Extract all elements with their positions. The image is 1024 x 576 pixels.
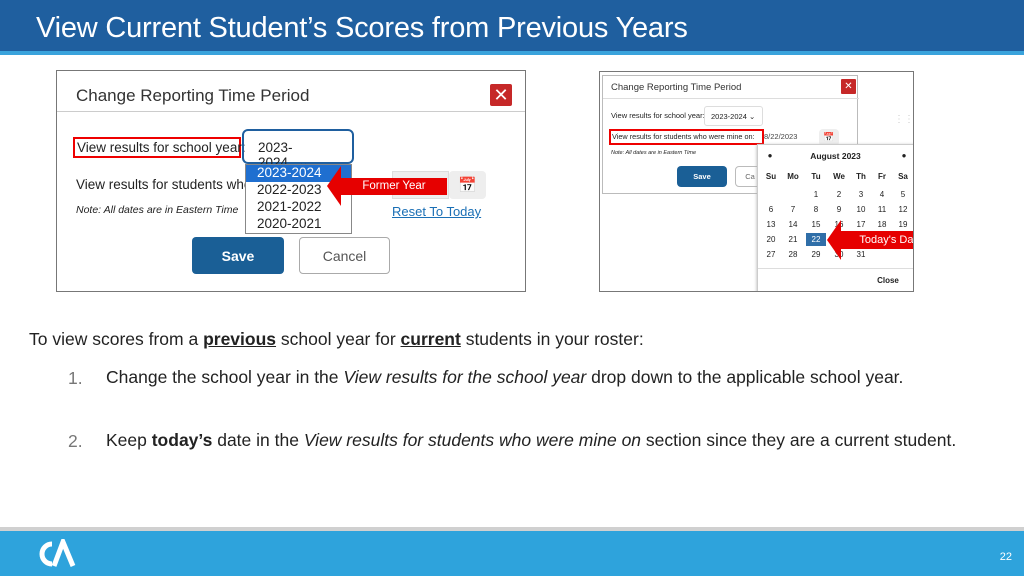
text: drop down to the applicable school year. (586, 367, 904, 387)
school-year-select[interactable]: 2023-2024 ⌄ (704, 106, 763, 126)
emphasis: current (400, 329, 461, 349)
callout-label: Today's Date (841, 231, 913, 249)
calendar-day[interactable]: 10 (851, 205, 871, 214)
weekday-header: We (833, 172, 845, 181)
intro-text: To view scores from a previous school ye… (29, 329, 644, 350)
select-value: 2023-2024 (711, 112, 747, 121)
weekday-header: Tu (811, 172, 821, 181)
calendar-day[interactable]: 12 (893, 205, 913, 214)
calendar-day[interactable]: 14 (783, 220, 803, 229)
former-year-callout: Former Year (327, 166, 447, 206)
calendar-day[interactable]: 5 (893, 190, 913, 199)
students-label: View results for students who (76, 177, 252, 192)
calendar-day[interactable]: 4 (872, 190, 892, 199)
step-number: 2. (68, 431, 83, 451)
save-button[interactable]: Save (192, 237, 284, 274)
callout-label: Former Year (341, 177, 447, 195)
prev-month-icon[interactable]: ● (760, 151, 780, 160)
text: students in your roster: (460, 329, 644, 349)
cancel-button[interactable]: Cancel (299, 237, 390, 274)
calendar-day[interactable]: 1 (806, 190, 826, 199)
school-year-select[interactable]: 2023-2024 ⌄ (242, 129, 354, 170)
calendar-day[interactable]: 27 (761, 250, 781, 259)
arrow-icon (827, 220, 841, 260)
close-icon[interactable]: ✕ (490, 84, 512, 106)
reset-to-today-link[interactable]: Reset To Today (392, 204, 481, 219)
date-input[interactable]: 8/22/2023 (764, 132, 797, 141)
dialog-title: Change Reporting Time Period (76, 86, 310, 105)
step-1: Change the school year in the View resul… (106, 364, 976, 390)
text: Change the school year in the (106, 367, 344, 387)
school-year-label: View results for school year: (73, 137, 246, 158)
text: school year for (276, 329, 401, 349)
calendar-day[interactable]: 9 (829, 205, 849, 214)
calendar-day[interactable]: 6 (761, 205, 781, 214)
save-button[interactable]: Save (677, 166, 727, 187)
calendar-day[interactable]: 3 (851, 190, 871, 199)
weekday-header: Mo (787, 172, 799, 181)
step-2: Keep today’s date in the View results fo… (106, 427, 986, 453)
divider (603, 98, 859, 99)
school-year-label: View results for school year: (611, 111, 705, 120)
calendar-day[interactable]: 21 (783, 235, 803, 244)
emphasis: View results for the school year (343, 367, 587, 387)
left-screenshot: Change Reporting Time Period ✕ View resu… (56, 70, 526, 292)
grid-icon: ⋮⋮⋮ (894, 114, 914, 125)
right-screenshot: Change Reporting Time Period ✕ View resu… (599, 71, 914, 292)
calendar-month: August 2023 (810, 151, 861, 161)
calendar-day[interactable]: 15 (806, 220, 826, 229)
calendar-close-button[interactable]: Close (868, 276, 908, 285)
divider (57, 111, 525, 112)
emphasis: previous (203, 329, 277, 349)
year-option[interactable]: 2020-2021 (246, 216, 351, 233)
timezone-note: Note: All dates are in Eastern Time (611, 150, 697, 156)
calendar-day[interactable]: 20 (761, 235, 781, 244)
step-number: 1. (68, 368, 83, 388)
students-label: View results for students who were mine … (609, 129, 764, 145)
calendar-day[interactable]: 7 (783, 205, 803, 214)
weekday-header: Su (765, 172, 777, 181)
ca-logo (39, 539, 76, 567)
text: date in the (212, 430, 304, 450)
emphasis: View results for students who were mine … (303, 430, 642, 450)
dialog-title: Change Reporting Time Period (611, 82, 742, 93)
calendar-day[interactable]: 13 (761, 220, 781, 229)
weekday-header: Th (856, 172, 866, 181)
calendar-day[interactable]: 28 (783, 250, 803, 259)
header-bar: View Current Student’s Scores from Previ… (0, 0, 1024, 55)
text: To view scores from a (29, 329, 204, 349)
calendar-day[interactable]: 11 (872, 205, 892, 214)
calendar-icon[interactable]: 📅 (449, 171, 486, 199)
emphasis: today’s (151, 430, 213, 450)
footer-bar: 22 (0, 527, 1024, 576)
text: section since they are a current student… (641, 430, 957, 450)
chevron-down-icon: ⌄ (748, 112, 756, 121)
weekday-header: Sa (898, 172, 908, 181)
todays-date-callout: Today's Date (827, 220, 913, 260)
close-icon[interactable]: ✕ (841, 79, 856, 94)
divider (758, 268, 913, 269)
calendar-day[interactable]: 2 (829, 190, 849, 199)
page-title: View Current Student’s Scores from Previ… (36, 12, 688, 44)
calendar-day[interactable]: 29 (806, 250, 826, 259)
text: Keep (106, 430, 152, 450)
calendar-day[interactable]: 8 (806, 205, 826, 214)
page-number: 22 (999, 551, 1012, 563)
calendar-day[interactable]: 22 (806, 233, 826, 246)
arrow-icon (327, 166, 341, 206)
next-month-icon[interactable]: ● (894, 151, 913, 160)
calendar-popup: ● August 2023 ● Close Su Mo Tu We Th Fr Sa 1 2 3 4… (757, 144, 913, 291)
weekday-header: Fr (878, 172, 886, 181)
timezone-note: Note: All dates are in Eastern Time (76, 204, 239, 216)
